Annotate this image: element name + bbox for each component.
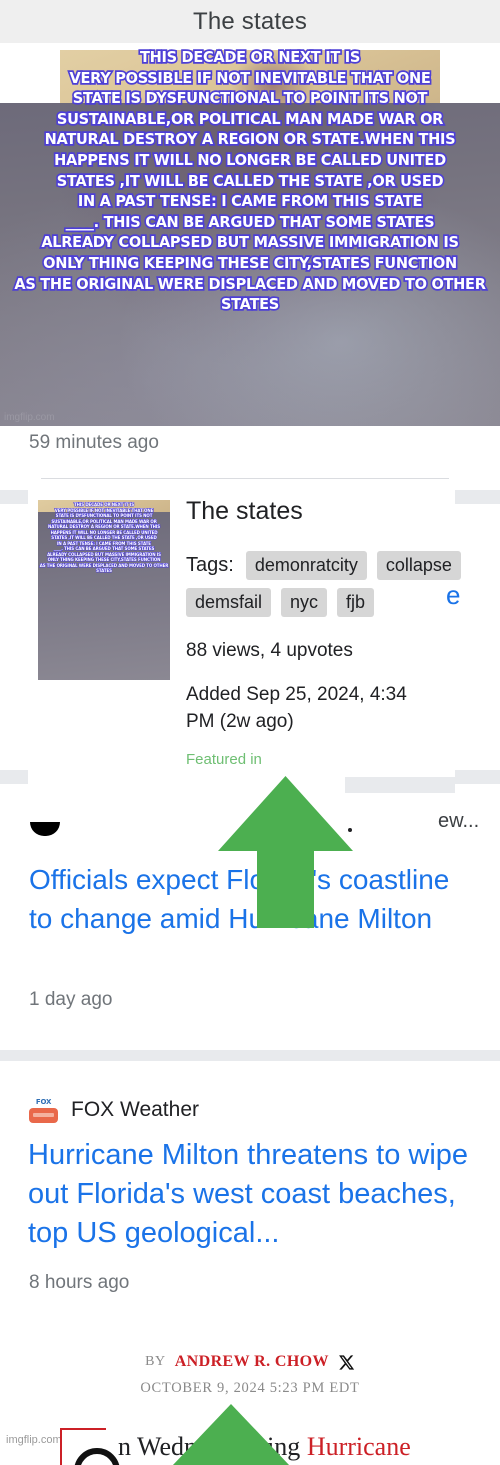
- background-thumbnail-fragment: [30, 822, 60, 836]
- featured-in-label: Featured in: [186, 751, 262, 768]
- fox-weather-logo-icon: FOX: [28, 1094, 59, 1125]
- green-arrow-up-icon: [218, 776, 353, 928]
- thumbnail-caption-text: THIS DECADE OR NEXT IT IS VERY POSSIBLE …: [39, 501, 169, 573]
- fox-logo-wordmark: FOX: [35, 1097, 52, 1106]
- imgflip-watermark-bottom: imgflip.com: [6, 1434, 62, 1446]
- detail-title: The states: [186, 497, 303, 525]
- view-upvote-count: 88 views, 4 upvotes: [186, 640, 353, 661]
- background-text-fragment: ew...: [438, 810, 480, 832]
- news-timestamp-1: 1 day ago: [29, 989, 113, 1010]
- divider: [41, 478, 449, 479]
- x-twitter-icon[interactable]: [338, 1354, 355, 1371]
- added-date: Added Sep 25, 2024, 4:34 PM (2w ago): [186, 684, 407, 732]
- background-card-stub-right-bottom: [455, 770, 500, 784]
- news-headline-2[interactable]: Hurricane Milton threatens to wipe out F…: [28, 1136, 478, 1253]
- meme-timestamp: 59 minutes ago: [29, 432, 159, 453]
- meme-thumbnail[interactable]: THIS DECADE OR NEXT IT IS VERY POSSIBLE …: [38, 500, 170, 680]
- tag-chip[interactable]: nyc: [281, 588, 328, 617]
- fox-logo-bar: [29, 1108, 58, 1123]
- tag-chip[interactable]: collapse: [376, 551, 461, 580]
- meme-image[interactable]: THIS DECADE OR NEXT IT IS VERY POSSIBLE …: [0, 43, 500, 426]
- tag-chip[interactable]: demonratcity: [245, 551, 367, 580]
- byline-author[interactable]: ANDREW R. CHOW: [175, 1353, 329, 1371]
- background-card-stub-center: [345, 777, 455, 793]
- tags-row: Tags: demonratcity collapse demsfail nyc…: [186, 551, 486, 617]
- news-source-row[interactable]: FOX FOX Weather: [28, 1094, 199, 1125]
- tag-chip[interactable]: demsfail: [186, 588, 272, 617]
- article-dropcap: [60, 1428, 120, 1465]
- news-source-name: FOX Weather: [71, 1097, 199, 1121]
- news-timestamp-2: 8 hours ago: [29, 1272, 130, 1293]
- byline-row: BY ANDREW R. CHOW: [0, 1353, 500, 1371]
- tags-label: Tags:: [186, 554, 234, 576]
- byline-date: OCTOBER 9, 2024 5:23 PM EDT: [140, 1380, 360, 1396]
- app-screen: The states THIS DECADE OR NEXT IT IS VER…: [0, 0, 500, 1465]
- tag-chip[interactable]: fjb: [337, 588, 375, 617]
- article-byline: BY ANDREW R. CHOW OCTOBER 9, 2024 5:23 P…: [0, 1353, 500, 1397]
- background-card-stub-left-top: [0, 490, 28, 504]
- article-text-red: Hurricane: [306, 1432, 411, 1461]
- byline-by-label: BY: [145, 1354, 166, 1369]
- page-title: The states: [192, 7, 308, 35]
- imgflip-watermark: imgflip.com: [4, 412, 55, 423]
- background-card-stub-left-bottom: [0, 770, 28, 784]
- detail-body: The states Tags: demonratcity collapse d…: [186, 496, 486, 768]
- app-header: The states: [0, 0, 500, 43]
- section-separator: [0, 1050, 500, 1061]
- green-arrow-up-icon-secondary: [172, 1404, 290, 1465]
- meme-caption-text: THIS DECADE OR NEXT IT IS VERY POSSIBLE …: [13, 46, 488, 315]
